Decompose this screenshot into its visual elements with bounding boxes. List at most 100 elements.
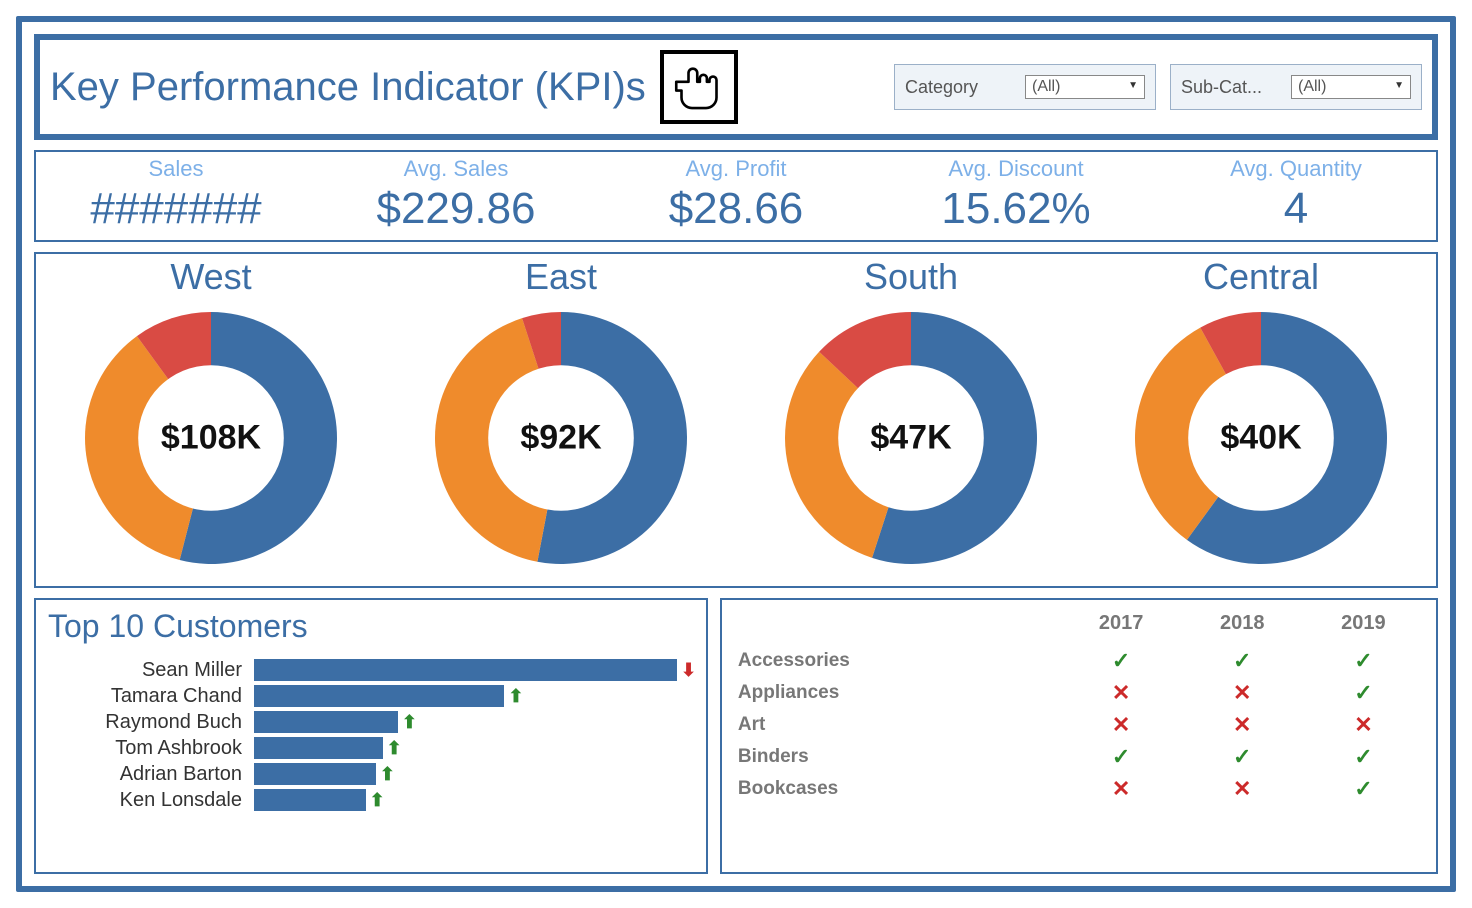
matrix-row-label: Appliances	[734, 677, 1061, 709]
trend-up-icon: ⬆	[370, 790, 385, 811]
cross-icon: ✕	[1061, 677, 1182, 709]
kpi-sales: Sales #######	[36, 156, 316, 234]
bar-track: ⬆	[254, 685, 694, 707]
donut-central: Central $40K	[1086, 256, 1436, 578]
kpi-avg-discount: Avg. Discount 15.62%	[876, 156, 1156, 234]
filter-category-select[interactable]: (All)	[1025, 75, 1145, 99]
check-icon: ✓	[1182, 741, 1303, 773]
check-icon: ✓	[1061, 645, 1182, 677]
kpi-avg-sales: Avg. Sales $229.86	[316, 156, 596, 234]
bar-label: Tamara Chand	[48, 685, 248, 708]
bar-fill	[254, 685, 504, 707]
cross-icon: ✕	[1061, 773, 1182, 805]
bar-row: Sean Miller ⬇	[48, 657, 694, 683]
donut-title: West	[36, 256, 386, 298]
matrix-row: Art✕✕✕	[734, 709, 1424, 741]
matrix-corner	[734, 608, 1061, 645]
category-matrix-table: 201720182019 Accessories✓✓✓Appliances✕✕✓…	[734, 608, 1424, 805]
matrix-row: Bookcases✕✕✓	[734, 773, 1424, 805]
matrix-year-header: 2017	[1061, 608, 1182, 645]
matrix-row: Accessories✓✓✓	[734, 645, 1424, 677]
page-title: Key Performance Indicator (KPI)s	[50, 65, 646, 110]
bar-label: Sean Miller	[48, 659, 248, 682]
bar-track: ⬇	[254, 659, 694, 681]
kpi-label: Avg. Profit	[596, 156, 876, 182]
cross-icon: ✕	[1182, 677, 1303, 709]
matrix-row: Binders✓✓✓	[734, 741, 1424, 773]
region-donut-row: West $108K East $92K South $47K Central $40K	[34, 252, 1438, 588]
kpi-label: Avg. Sales	[316, 156, 596, 182]
bar-fill	[254, 789, 366, 811]
trend-down-icon: ⬇	[681, 660, 696, 681]
pointer-icon-box[interactable]	[660, 50, 738, 124]
filter-category-label: Category	[905, 77, 1015, 98]
top-customers-bars: Sean Miller⬇Tamara Chand⬆Raymond Buch⬆To…	[48, 657, 694, 813]
kpi-label: Sales	[36, 156, 316, 182]
check-icon: ✓	[1303, 677, 1424, 709]
donut-title: Central	[1086, 256, 1436, 298]
bar-track: ⬆	[254, 763, 694, 785]
bar-label: Ken Lonsdale	[48, 789, 248, 812]
bar-label: Raymond Buch	[48, 711, 248, 734]
donut-center-value: $92K	[520, 419, 601, 458]
bar-label: Adrian Barton	[48, 763, 248, 786]
matrix-row-label: Accessories	[734, 645, 1061, 677]
trend-up-icon: ⬆	[402, 712, 417, 733]
donut-chart: $47K	[771, 298, 1051, 578]
check-icon: ✓	[1182, 645, 1303, 677]
top-customers-title: Top 10 Customers	[48, 608, 694, 645]
kpi-strip: Sales ####### Avg. Sales $229.86 Avg. Pr…	[34, 150, 1438, 242]
donut-west: West $108K	[36, 256, 386, 578]
trend-up-icon: ⬆	[387, 738, 402, 759]
check-icon: ✓	[1303, 645, 1424, 677]
check-icon: ✓	[1061, 741, 1182, 773]
dashboard-outer: Key Performance Indicator (KPI)s Categor…	[16, 16, 1456, 892]
trend-up-icon: ⬆	[508, 686, 523, 707]
bar-row: Tamara Chand ⬆	[48, 683, 694, 709]
donut-center-value: $108K	[161, 419, 261, 458]
kpi-value: 4	[1156, 184, 1436, 234]
donut-chart: $108K	[71, 298, 351, 578]
bar-fill	[254, 711, 398, 733]
donut-chart: $40K	[1121, 298, 1401, 578]
bar-row: Ken Lonsdale ⬆	[48, 787, 694, 813]
kpi-avg-profit: Avg. Profit $28.66	[596, 156, 876, 234]
cross-icon: ✕	[1303, 709, 1424, 741]
matrix-row-label: Binders	[734, 741, 1061, 773]
matrix-year-header: 2018	[1182, 608, 1303, 645]
donut-chart: $92K	[421, 298, 701, 578]
filter-category[interactable]: Category (All)	[894, 64, 1156, 110]
matrix-row-label: Bookcases	[734, 773, 1061, 805]
bar-label: Tom Ashbrook	[48, 737, 248, 760]
kpi-label: Avg. Discount	[876, 156, 1156, 182]
check-icon: ✓	[1303, 741, 1424, 773]
bar-track: ⬆	[254, 789, 694, 811]
bar-track: ⬆	[254, 711, 694, 733]
filter-subcategory-select[interactable]: (All)	[1291, 75, 1411, 99]
bar-fill	[254, 737, 383, 759]
cross-icon: ✕	[1182, 709, 1303, 741]
top-customers-panel: Top 10 Customers Sean Miller⬇Tamara Chan…	[34, 598, 708, 874]
bar-track: ⬆	[254, 737, 694, 759]
category-matrix-panel: 201720182019 Accessories✓✓✓Appliances✕✕✓…	[720, 598, 1438, 874]
kpi-value: $229.86	[316, 184, 596, 234]
bar-row: Tom Ashbrook ⬆	[48, 735, 694, 761]
donut-title: South	[736, 256, 1086, 298]
pointing-hand-icon	[669, 59, 729, 115]
kpi-avg-quantity: Avg. Quantity 4	[1156, 156, 1436, 234]
trend-up-icon: ⬆	[380, 764, 395, 785]
kpi-value: #######	[36, 184, 316, 234]
cross-icon: ✕	[1182, 773, 1303, 805]
donut-east: East $92K	[386, 256, 736, 578]
bar-row: Raymond Buch ⬆	[48, 709, 694, 735]
donut-center-value: $40K	[1220, 419, 1301, 458]
donut-center-value: $47K	[870, 419, 951, 458]
check-icon: ✓	[1303, 773, 1424, 805]
filter-subcategory-label: Sub-Cat...	[1181, 77, 1281, 98]
filter-subcategory[interactable]: Sub-Cat... (All)	[1170, 64, 1422, 110]
bar-fill	[254, 659, 677, 681]
donut-title: East	[386, 256, 736, 298]
donut-south: South $47K	[736, 256, 1086, 578]
kpi-value: 15.62%	[876, 184, 1156, 234]
cross-icon: ✕	[1061, 709, 1182, 741]
